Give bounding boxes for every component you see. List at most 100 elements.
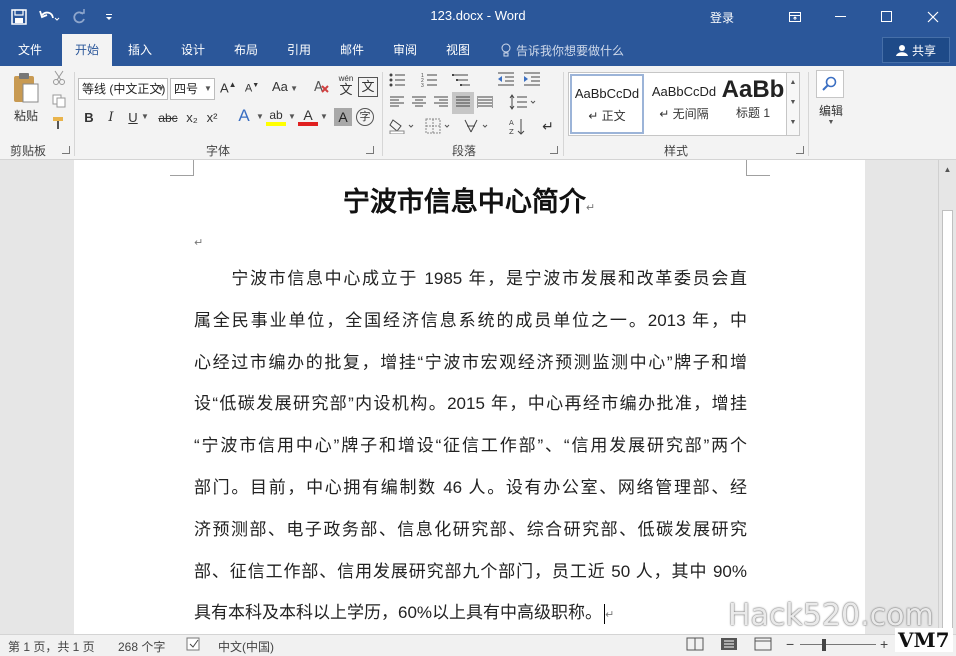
tab-references[interactable]: 引用 — [273, 34, 325, 66]
print-layout-icon[interactable] — [720, 637, 738, 654]
maximize-icon[interactable] — [864, 0, 910, 34]
sort-icon[interactable]: AZ — [508, 118, 528, 139]
cut-icon[interactable] — [50, 70, 68, 89]
justify-icon[interactable] — [452, 92, 474, 114]
highlight-button[interactable]: ab — [266, 108, 286, 126]
strikethrough-button[interactable]: abc — [156, 111, 180, 125]
style-normal[interactable]: AaBbCcDd ↵ 正文 — [570, 74, 644, 134]
page[interactable]: 宁波市信息中心简介↵ ↵ 宁波市信息中心成立于 1985 年，是宁波市发展和改革… — [74, 160, 865, 634]
style-heading-1[interactable]: AaBb 标题 1 — [721, 74, 785, 134]
language[interactable]: 中文(中国) — [218, 638, 274, 655]
italic-button[interactable]: I — [104, 110, 118, 125]
font-color-button[interactable]: A — [298, 108, 318, 126]
tab-design[interactable]: 设计 — [167, 34, 219, 66]
grow-font-icon[interactable]: A▲ — [220, 80, 237, 95]
chevron-down-icon[interactable]: ▼ — [140, 112, 150, 121]
enclose-char-button[interactable]: 字 — [356, 108, 374, 126]
style-preview: AaBbCcDd — [651, 84, 717, 99]
share-button[interactable]: 共享 — [882, 37, 950, 63]
change-case-button[interactable]: Aa ▼ — [270, 79, 300, 94]
char-shading-button[interactable]: A — [334, 108, 352, 126]
align-right-icon[interactable] — [432, 96, 450, 111]
tab-insert[interactable]: 插入 — [114, 34, 166, 66]
paste-label: 粘贴 — [13, 109, 38, 123]
styles-launcher-icon[interactable] — [796, 146, 804, 154]
underline-button[interactable]: U — [126, 110, 140, 125]
svg-text:Z: Z — [509, 128, 514, 136]
decrease-indent-icon[interactable] — [496, 72, 516, 89]
tell-me-box[interactable]: 告诉我你想要做什么 — [500, 34, 624, 66]
document-body[interactable]: 宁波市信息中心成立于 1985 年，是宁波市发展和改革委员会直 属全民事业单位，… — [194, 264, 747, 634]
word-count[interactable]: 268 个字 — [118, 638, 165, 655]
svg-text:A: A — [509, 119, 514, 127]
shrink-font-icon[interactable]: A▼ — [244, 82, 260, 95]
styles-gallery: AaBbCcDd ↵ 正文 AaBbCcDd ↵ 无间隔 AaBb 标题 1 — [568, 72, 800, 136]
phonetic-guide-button[interactable]: wén 文 — [336, 74, 356, 96]
char-border-button[interactable]: 文 — [358, 77, 378, 97]
zoom-out-icon[interactable]: − — [786, 636, 794, 652]
tab-layout[interactable]: 布局 — [220, 34, 272, 66]
multilevel-list-icon[interactable] — [450, 72, 474, 91]
title-bar: 123.docx - Word 登录 — [0, 0, 956, 34]
superscript-button[interactable]: x² — [204, 110, 220, 125]
read-mode-icon[interactable] — [686, 637, 704, 654]
shading-icon[interactable] — [388, 118, 418, 137]
asian-layout-icon[interactable] — [462, 118, 492, 137]
increase-indent-icon[interactable] — [522, 72, 542, 89]
web-layout-icon[interactable] — [754, 637, 772, 654]
close-icon[interactable] — [910, 0, 956, 34]
styles-scroll[interactable]: ▲ ▼ ▼ — [786, 72, 800, 136]
page-count[interactable]: 第 1 页，共 1 页 — [8, 638, 95, 655]
zoom-in-icon[interactable]: + — [880, 636, 888, 652]
borders-icon[interactable] — [424, 118, 454, 137]
chevron-down-icon: ▼ — [157, 84, 165, 93]
tab-mailings[interactable]: 邮件 — [326, 34, 378, 66]
zoom-slider[interactable] — [800, 644, 876, 645]
copy-icon[interactable] — [50, 94, 68, 111]
zoom-slider-thumb[interactable] — [822, 639, 826, 651]
style-name: ↵ 无间隔 — [659, 107, 709, 121]
bullets-icon[interactable] — [388, 72, 410, 91]
format-painter-icon[interactable] — [50, 116, 68, 133]
margin-corner — [170, 160, 194, 176]
font-launcher-icon[interactable] — [366, 146, 374, 154]
subscript-button[interactable]: x₂ — [184, 110, 200, 125]
login-link[interactable]: 登录 — [710, 9, 734, 26]
tab-review[interactable]: 审阅 — [379, 34, 431, 66]
tab-view[interactable]: 视图 — [432, 34, 484, 66]
search-icon — [816, 70, 844, 98]
scroll-thumb[interactable] — [942, 210, 953, 630]
change-case-label: Aa — [271, 79, 288, 94]
font-size-combo[interactable]: 四号 ▼ — [170, 78, 215, 100]
align-center-icon[interactable] — [410, 96, 428, 111]
scroll-up-icon[interactable]: ▲ — [939, 162, 956, 178]
minimize-icon[interactable] — [818, 0, 864, 34]
clipboard-launcher-icon[interactable] — [62, 146, 70, 154]
font-name-combo[interactable]: 等线 (中文正文) ▼ — [78, 78, 168, 100]
share-label: 共享 — [911, 43, 936, 58]
clear-format-icon[interactable]: A — [312, 78, 332, 99]
tab-file[interactable]: 文件 — [0, 34, 60, 66]
paste-button[interactable]: 粘贴 — [8, 72, 44, 124]
chevron-down-icon[interactable]: ▼ — [288, 112, 296, 121]
style-no-spacing[interactable]: AaBbCcDd ↵ 无间隔 — [647, 74, 721, 134]
text-line: “宁波市信用中心”牌子和增设“征信工作部”、“信用发展研究部”两个 — [194, 436, 747, 456]
bold-button[interactable]: B — [82, 110, 96, 125]
editing-button[interactable]: 编辑 ▼ — [816, 70, 846, 126]
text-line: 宁波市信息中心成立于 1985 年，是宁波市发展和改革委员会直 — [194, 269, 747, 288]
show-marks-icon[interactable]: ↵ — [538, 118, 558, 135]
text-line-last: 具有本科及本科以上学历，60%以上具有中高级职称。 ↵ — [194, 598, 747, 634]
ribbon: 粘贴 剪贴板 等线 (中文正文) ▼ 四号 ▼ A▲ A▼ Aa ▼ A wén… — [0, 66, 956, 160]
text-effects-icon[interactable]: A — [234, 106, 254, 128]
vertical-scrollbar[interactable]: ▲ — [938, 160, 956, 634]
line-spacing-icon[interactable] — [508, 94, 538, 113]
tab-home[interactable]: 开始 — [62, 34, 112, 66]
chevron-down-icon[interactable]: ▼ — [320, 112, 328, 121]
paragraph-launcher-icon[interactable] — [550, 146, 558, 154]
align-left-icon[interactable] — [388, 96, 406, 111]
ribbon-display-options-icon[interactable] — [772, 0, 818, 34]
distributed-icon[interactable] — [476, 96, 494, 111]
numbering-icon[interactable]: 123 — [420, 72, 442, 91]
chevron-down-icon[interactable]: ▼ — [256, 112, 264, 121]
proofing-icon[interactable] — [186, 637, 202, 654]
